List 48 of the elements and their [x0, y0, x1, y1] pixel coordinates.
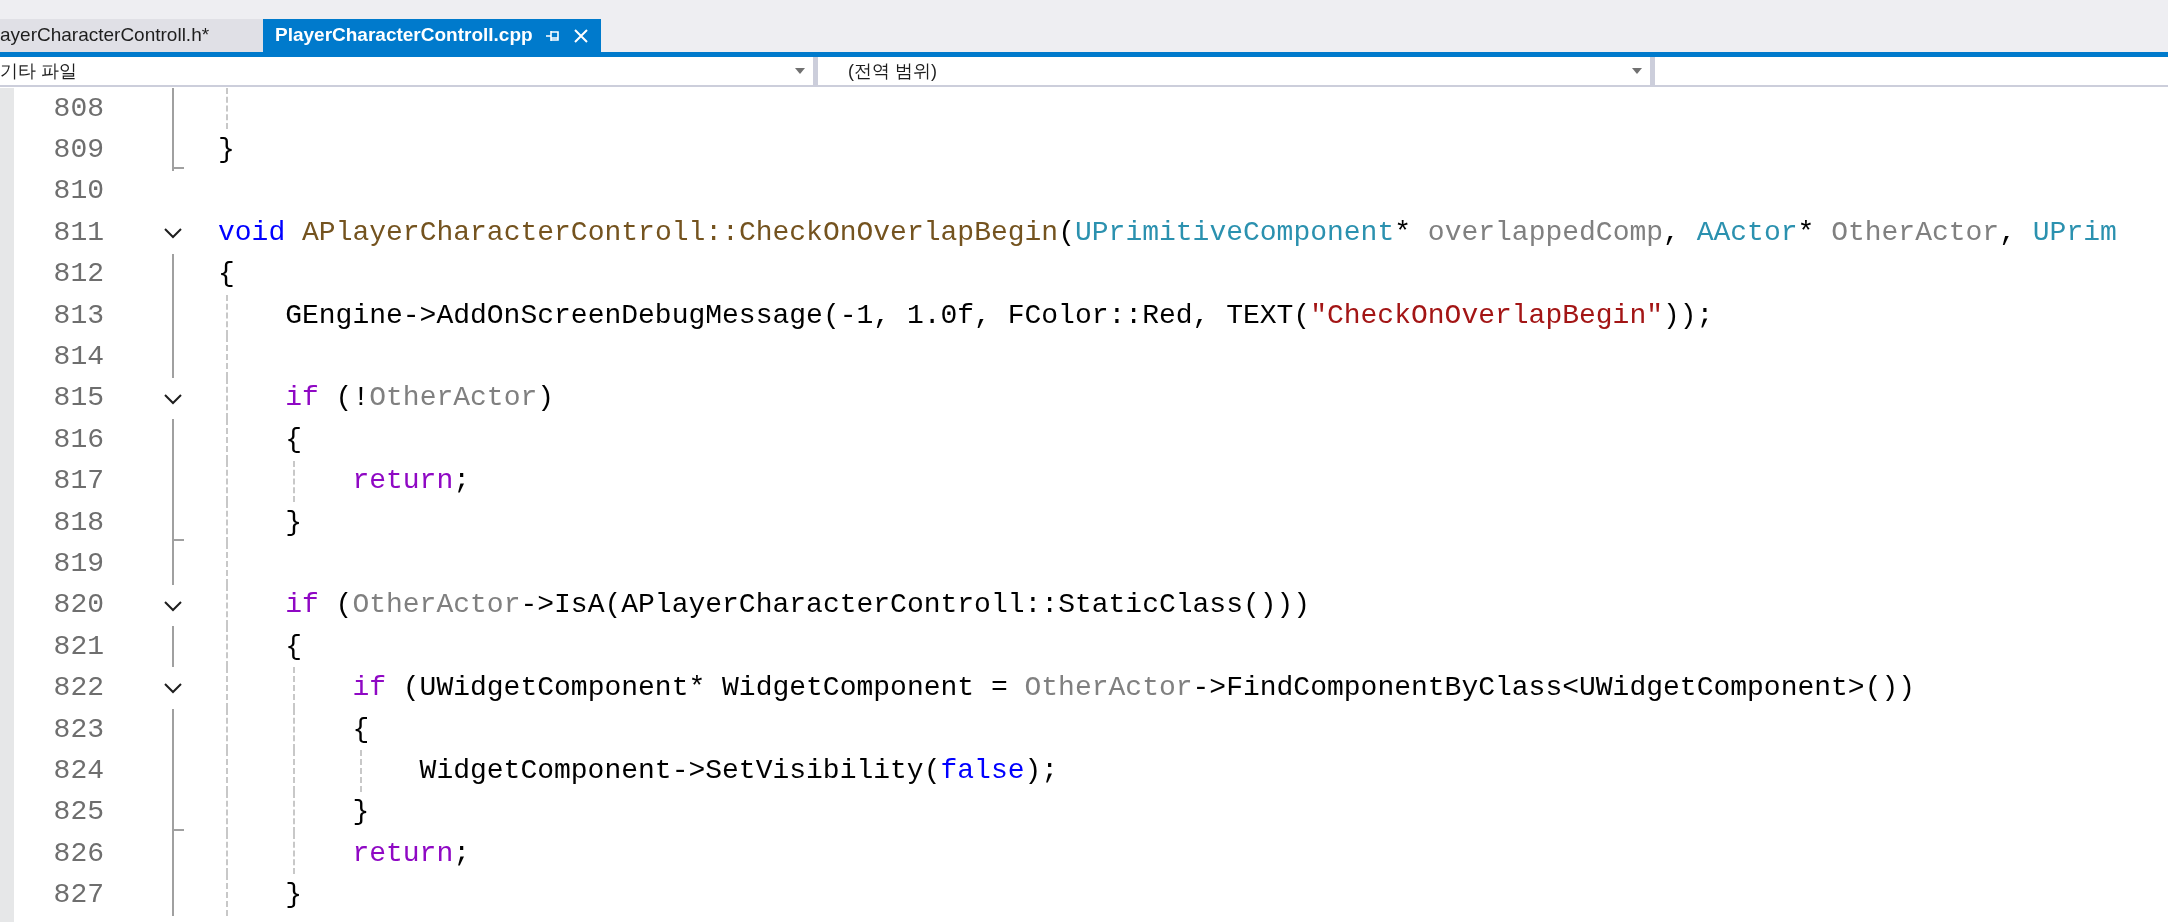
code-line: } [218, 136, 235, 165]
line-number: 825 [53, 798, 104, 827]
code-line: { [218, 260, 235, 289]
code-line: if (OtherActor->IsA(APlayerCharacterControll::StaticClass())) [285, 591, 1311, 620]
line-number: 823 [53, 715, 104, 744]
editor-tab[interactable]: ayerCharacterControll.h* [0, 19, 263, 52]
code-line: void APlayerCharacterControll::CheckOnOverlapBegin(UPrimitiveComponent* overlappedComp, AActor* OtherActor, UPrim [218, 218, 2117, 247]
code-line: return; [352, 839, 471, 868]
code-line: { [285, 632, 302, 661]
line-number: 816 [53, 425, 104, 454]
line-number: 818 [53, 508, 104, 537]
line-number: 826 [53, 839, 104, 868]
code-line: } [285, 881, 302, 910]
line-number: 827 [53, 881, 104, 910]
code-line: WidgetComponent->SetVisibility(false); [419, 756, 1059, 785]
code-line: GEngine->AddOnScreenDebugMessage(-1, 1.0f, FColor::Red, TEXT("CheckOnOverlapBegin")); [285, 301, 1714, 330]
close-icon[interactable] [572, 27, 589, 44]
dropdown-caret-icon [1632, 68, 1642, 74]
line-number: 808 [53, 94, 104, 123]
line-number: 819 [53, 550, 104, 578]
line-number: 817 [53, 467, 104, 496]
line-number: 811 [53, 218, 104, 247]
code-line: } [352, 798, 370, 827]
line-number: 809 [53, 136, 104, 165]
collapse-chevron-icon[interactable] [163, 682, 183, 695]
editor-tab[interactable]: PlayerCharacterControll.cpp [263, 19, 601, 52]
code-line: if (!OtherActor) [285, 384, 555, 413]
code-line: if (UWidgetComponent* WidgetComponent = OtherActor->FindComponentByClass<UWidgetComponent>()) [352, 674, 1916, 703]
collapse-chevron-icon[interactable] [163, 227, 183, 240]
line-number: 822 [53, 674, 104, 703]
file-scope-dropdown[interactable]: 기타 파일 [0, 57, 813, 85]
line-number: 824 [53, 756, 104, 785]
collapse-chevron-icon[interactable] [163, 392, 183, 405]
line-number: 814 [53, 343, 104, 372]
line-number: 815 [53, 384, 104, 413]
line-number: 820 [53, 591, 104, 620]
code-line: { [285, 425, 302, 454]
line-number: 813 [53, 301, 104, 330]
line-number: 810 [53, 177, 104, 206]
line-number: 821 [53, 632, 104, 661]
code-line: return; [352, 467, 471, 496]
dropdown-caret-icon [795, 68, 805, 74]
line-number: 812 [53, 260, 104, 289]
code-line: } [285, 508, 302, 537]
pin-icon[interactable] [544, 28, 561, 43]
member-scope-dropdown[interactable]: (전역 범위) [818, 57, 1650, 85]
collapse-chevron-icon[interactable] [163, 599, 183, 612]
code-line: { [352, 715, 370, 744]
